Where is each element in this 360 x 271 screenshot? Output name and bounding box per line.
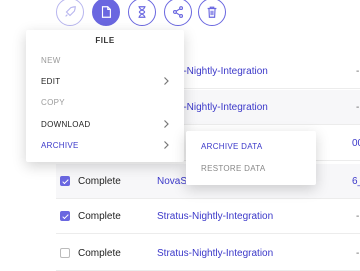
- status-text: Complete: [78, 210, 121, 222]
- run-link-tail[interactable]: 008: [352, 138, 360, 149]
- document-icon: [101, 6, 111, 18]
- row-checkbox[interactable]: [60, 176, 70, 186]
- delete-button[interactable]: [198, 0, 226, 26]
- status-text: Complete: [78, 175, 121, 187]
- run-link[interactable]: Stratus-Nightly-Integration: [157, 248, 273, 259]
- chevron-right-icon: [164, 77, 169, 85]
- submenu-item-label: ARCHIVE DATA: [201, 141, 263, 151]
- table-row[interactable]: Complete Stratus-Nightly-Integration -: [56, 236, 360, 271]
- file-menu-title: FILE: [95, 36, 115, 45]
- archive-submenu: ARCHIVE DATA RESTORE DATA: [186, 131, 316, 185]
- launch-button[interactable]: [56, 0, 84, 26]
- menu-item-label: DOWNLOAD: [41, 119, 91, 129]
- chevron-right-icon: [164, 141, 169, 149]
- rocket-icon: [65, 6, 76, 17]
- file-menu: FILE NEW EDIT COPY DOWNLOAD ARCHIVE: [26, 30, 184, 162]
- submenu-item-archive-data[interactable]: ARCHIVE DATA: [201, 137, 311, 155]
- row-dash: -: [356, 65, 360, 77]
- submenu-item-restore-data[interactable]: RESTORE DATA: [201, 159, 311, 177]
- share-button[interactable]: [164, 0, 192, 26]
- row-checkbox[interactable]: [60, 211, 70, 221]
- row-checkbox[interactable]: [60, 248, 70, 258]
- run-link[interactable]: Stratus-Nightly-Integration: [157, 211, 273, 222]
- trash-icon: [207, 6, 217, 18]
- table-row[interactable]: Complete Stratus-Nightly-Integration -: [56, 199, 360, 234]
- menu-item-edit[interactable]: EDIT: [41, 72, 181, 90]
- row-dash: -: [356, 210, 360, 222]
- chevron-right-icon: [164, 120, 169, 128]
- menu-item-archive[interactable]: ARCHIVE: [41, 136, 181, 154]
- schedule-button[interactable]: [128, 0, 156, 26]
- run-link-tail[interactable]: 6_A: [352, 176, 360, 187]
- menu-item-label: ARCHIVE: [41, 140, 79, 150]
- menu-item-new: NEW: [41, 51, 181, 69]
- run-link[interactable]: tus-Nightly-Integration: [170, 102, 268, 113]
- run-link[interactable]: tus-Nightly-Integration: [170, 66, 268, 77]
- row-dash: -: [356, 101, 360, 113]
- file-button[interactable]: [92, 0, 120, 26]
- row-dash: -: [356, 247, 360, 259]
- menu-item-label: COPY: [41, 97, 65, 107]
- menu-item-label: NEW: [41, 55, 61, 65]
- run-link[interactable]: NovaS: [157, 176, 187, 187]
- menu-item-download[interactable]: DOWNLOAD: [41, 115, 181, 133]
- submenu-item-label: RESTORE DATA: [201, 163, 266, 173]
- status-text: Complete: [78, 247, 121, 259]
- menu-item-copy: COPY: [41, 93, 181, 111]
- share-icon: [172, 6, 184, 18]
- hourglass-icon: [138, 6, 146, 18]
- menu-item-label: EDIT: [41, 76, 61, 86]
